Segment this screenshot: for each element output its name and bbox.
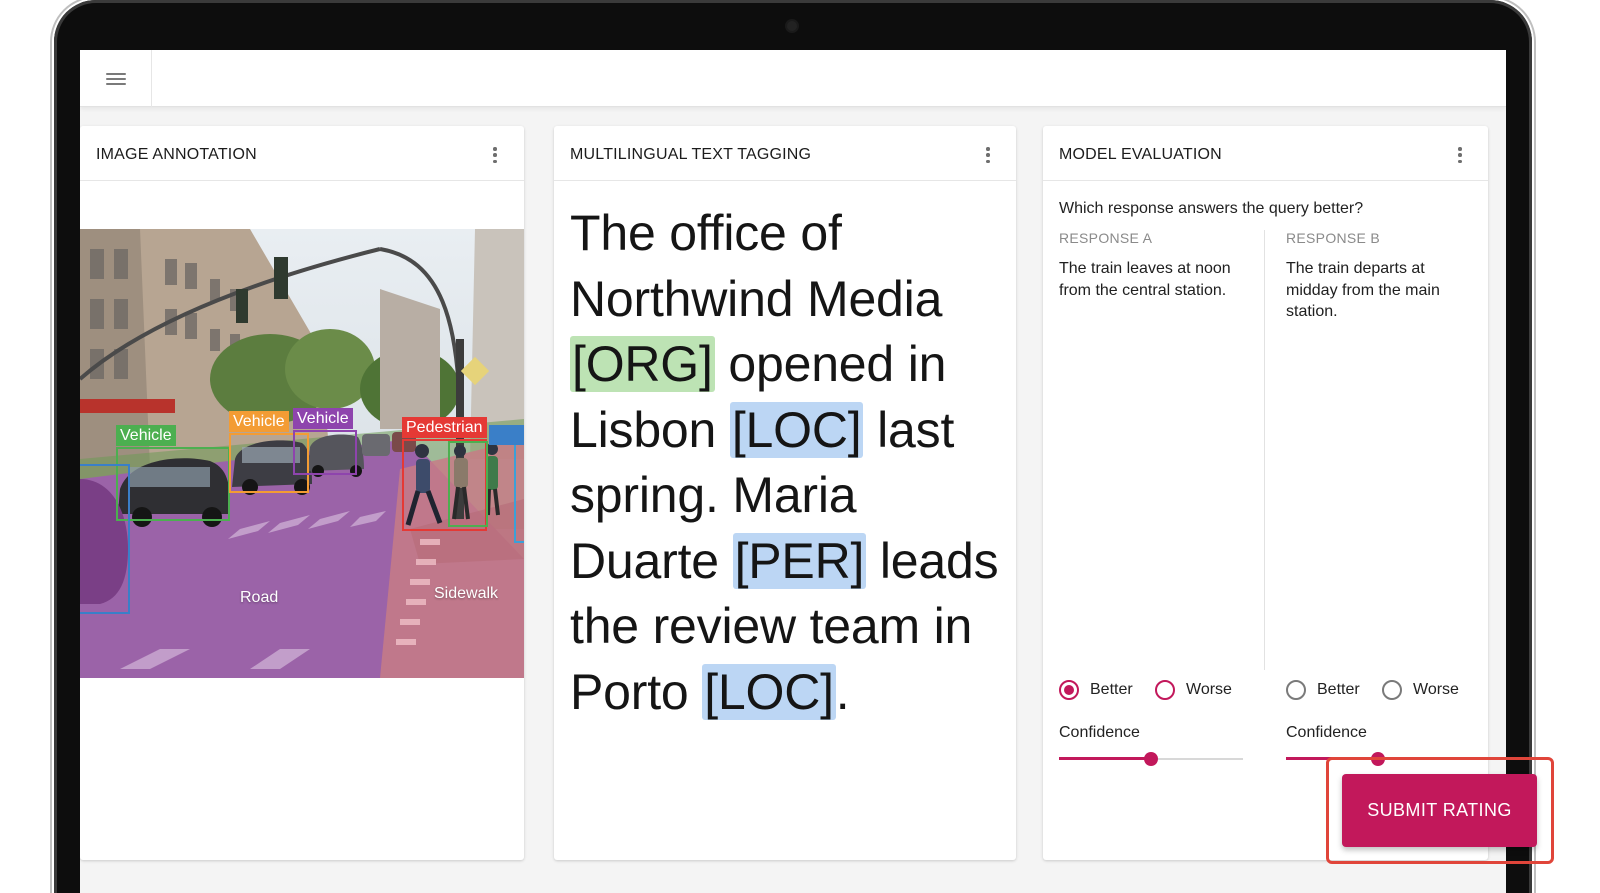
entity-tag-org[interactable]: [ORG] <box>570 336 715 392</box>
confidence-slider[interactable] <box>1286 750 1470 768</box>
rating-radio-group: Better Worse <box>1059 680 1269 704</box>
entity-tag-loc[interactable]: [LOC] <box>729 401 864 458</box>
radio-label: Better <box>1090 681 1133 698</box>
confidence-slider[interactable] <box>1059 750 1243 768</box>
bbox-label: Vehicle <box>293 408 353 429</box>
webcam <box>787 21 797 31</box>
vehicle-bbox[interactable]: Vehicle <box>116 425 230 521</box>
response-text: The train leaves at noon from the centra… <box>1059 260 1231 299</box>
bbox-fragment <box>489 425 524 445</box>
more-options-icon[interactable] <box>487 144 503 166</box>
column-divider <box>1264 230 1265 670</box>
vehicle-bbox[interactable] <box>80 464 130 614</box>
card-header: MULTILINGUAL TEXT TAGGING <box>554 126 1016 181</box>
model-evaluation-card: MODEL EVALUATION Which response answers … <box>1043 126 1488 860</box>
card-title: MODEL EVALUATION <box>1059 146 1222 163</box>
confidence-label: Confidence <box>1286 724 1367 741</box>
better-radio[interactable]: Better <box>1286 680 1360 700</box>
annotated-street-image[interactable]: Vehicle Vehicle Vehicle Pedestrian Road … <box>80 229 524 678</box>
radio-label: Worse <box>1413 681 1459 698</box>
entity-tag-per[interactable]: [PER] <box>732 532 867 589</box>
text-tagging-card: MULTILINGUAL TEXT TAGGING The office of … <box>554 126 1016 860</box>
pedestrian-bbox[interactable] <box>448 441 488 527</box>
menu-button[interactable] <box>80 50 152 107</box>
evaluation-question: Which response answers the query better? <box>1059 200 1364 217</box>
app-screen: IMAGE ANNOTATION Vehicle Vehicle Vehicle… <box>80 50 1506 893</box>
radio-label: Better <box>1317 681 1360 698</box>
bbox-label: Vehicle <box>229 411 289 432</box>
road-region-label: Road <box>240 589 279 606</box>
response-a-column: RESPONSE A The train leaves at noon from… <box>1059 230 1259 766</box>
worse-radio[interactable]: Worse <box>1382 680 1459 700</box>
hamburger-menu-icon <box>105 72 126 86</box>
slider-thumb[interactable] <box>1144 752 1158 766</box>
radio-label: Worse <box>1186 681 1232 698</box>
radio-unselected-icon <box>1155 680 1175 700</box>
bbox-label: Pedestrian <box>402 417 487 438</box>
radio-unselected-icon <box>1382 680 1402 700</box>
confidence-label: Confidence <box>1059 724 1140 741</box>
sidewalk-region-label: Sidewalk <box>434 585 499 602</box>
image-annotation-card: IMAGE ANNOTATION Vehicle Vehicle Vehicle… <box>80 126 524 860</box>
text-segment: . <box>835 663 850 720</box>
slider-fill <box>1059 757 1151 760</box>
card-header: MODEL EVALUATION <box>1043 126 1488 181</box>
card-title: IMAGE ANNOTATION <box>96 146 257 163</box>
app-bar <box>80 50 1506 107</box>
vehicle-bbox[interactable]: Vehicle <box>293 408 357 475</box>
card-header: IMAGE ANNOTATION <box>80 126 524 181</box>
slider-fill <box>1286 757 1378 760</box>
more-options-icon[interactable] <box>980 144 996 166</box>
more-options-icon[interactable] <box>1452 144 1468 166</box>
submit-rating-button[interactable]: SUBMIT RATING <box>1342 774 1537 847</box>
bbox-label: Vehicle <box>116 425 176 446</box>
response-b-column: RESPONSE B The train departs at midday f… <box>1286 230 1486 766</box>
text-segment: The office of Northwind Media <box>570 205 943 327</box>
tagged-text[interactable]: The office of Northwind Media [ORG] open… <box>570 201 1000 725</box>
worse-radio[interactable]: Worse <box>1155 680 1232 700</box>
better-radio[interactable]: Better <box>1059 680 1133 700</box>
slider-thumb[interactable] <box>1371 752 1385 766</box>
card-title: MULTILINGUAL TEXT TAGGING <box>570 146 812 163</box>
pedestrian-bbox[interactable] <box>514 443 524 543</box>
response-label: RESPONSE B <box>1286 230 1381 246</box>
rating-radio-group: Better Worse <box>1286 680 1488 704</box>
response-label: RESPONSE A <box>1059 230 1153 246</box>
radio-unselected-icon <box>1286 680 1306 700</box>
radio-selected-icon <box>1059 680 1079 700</box>
response-text: The train departs at midday from the mai… <box>1286 260 1440 320</box>
entity-tag-loc[interactable]: [LOC] <box>702 663 836 720</box>
